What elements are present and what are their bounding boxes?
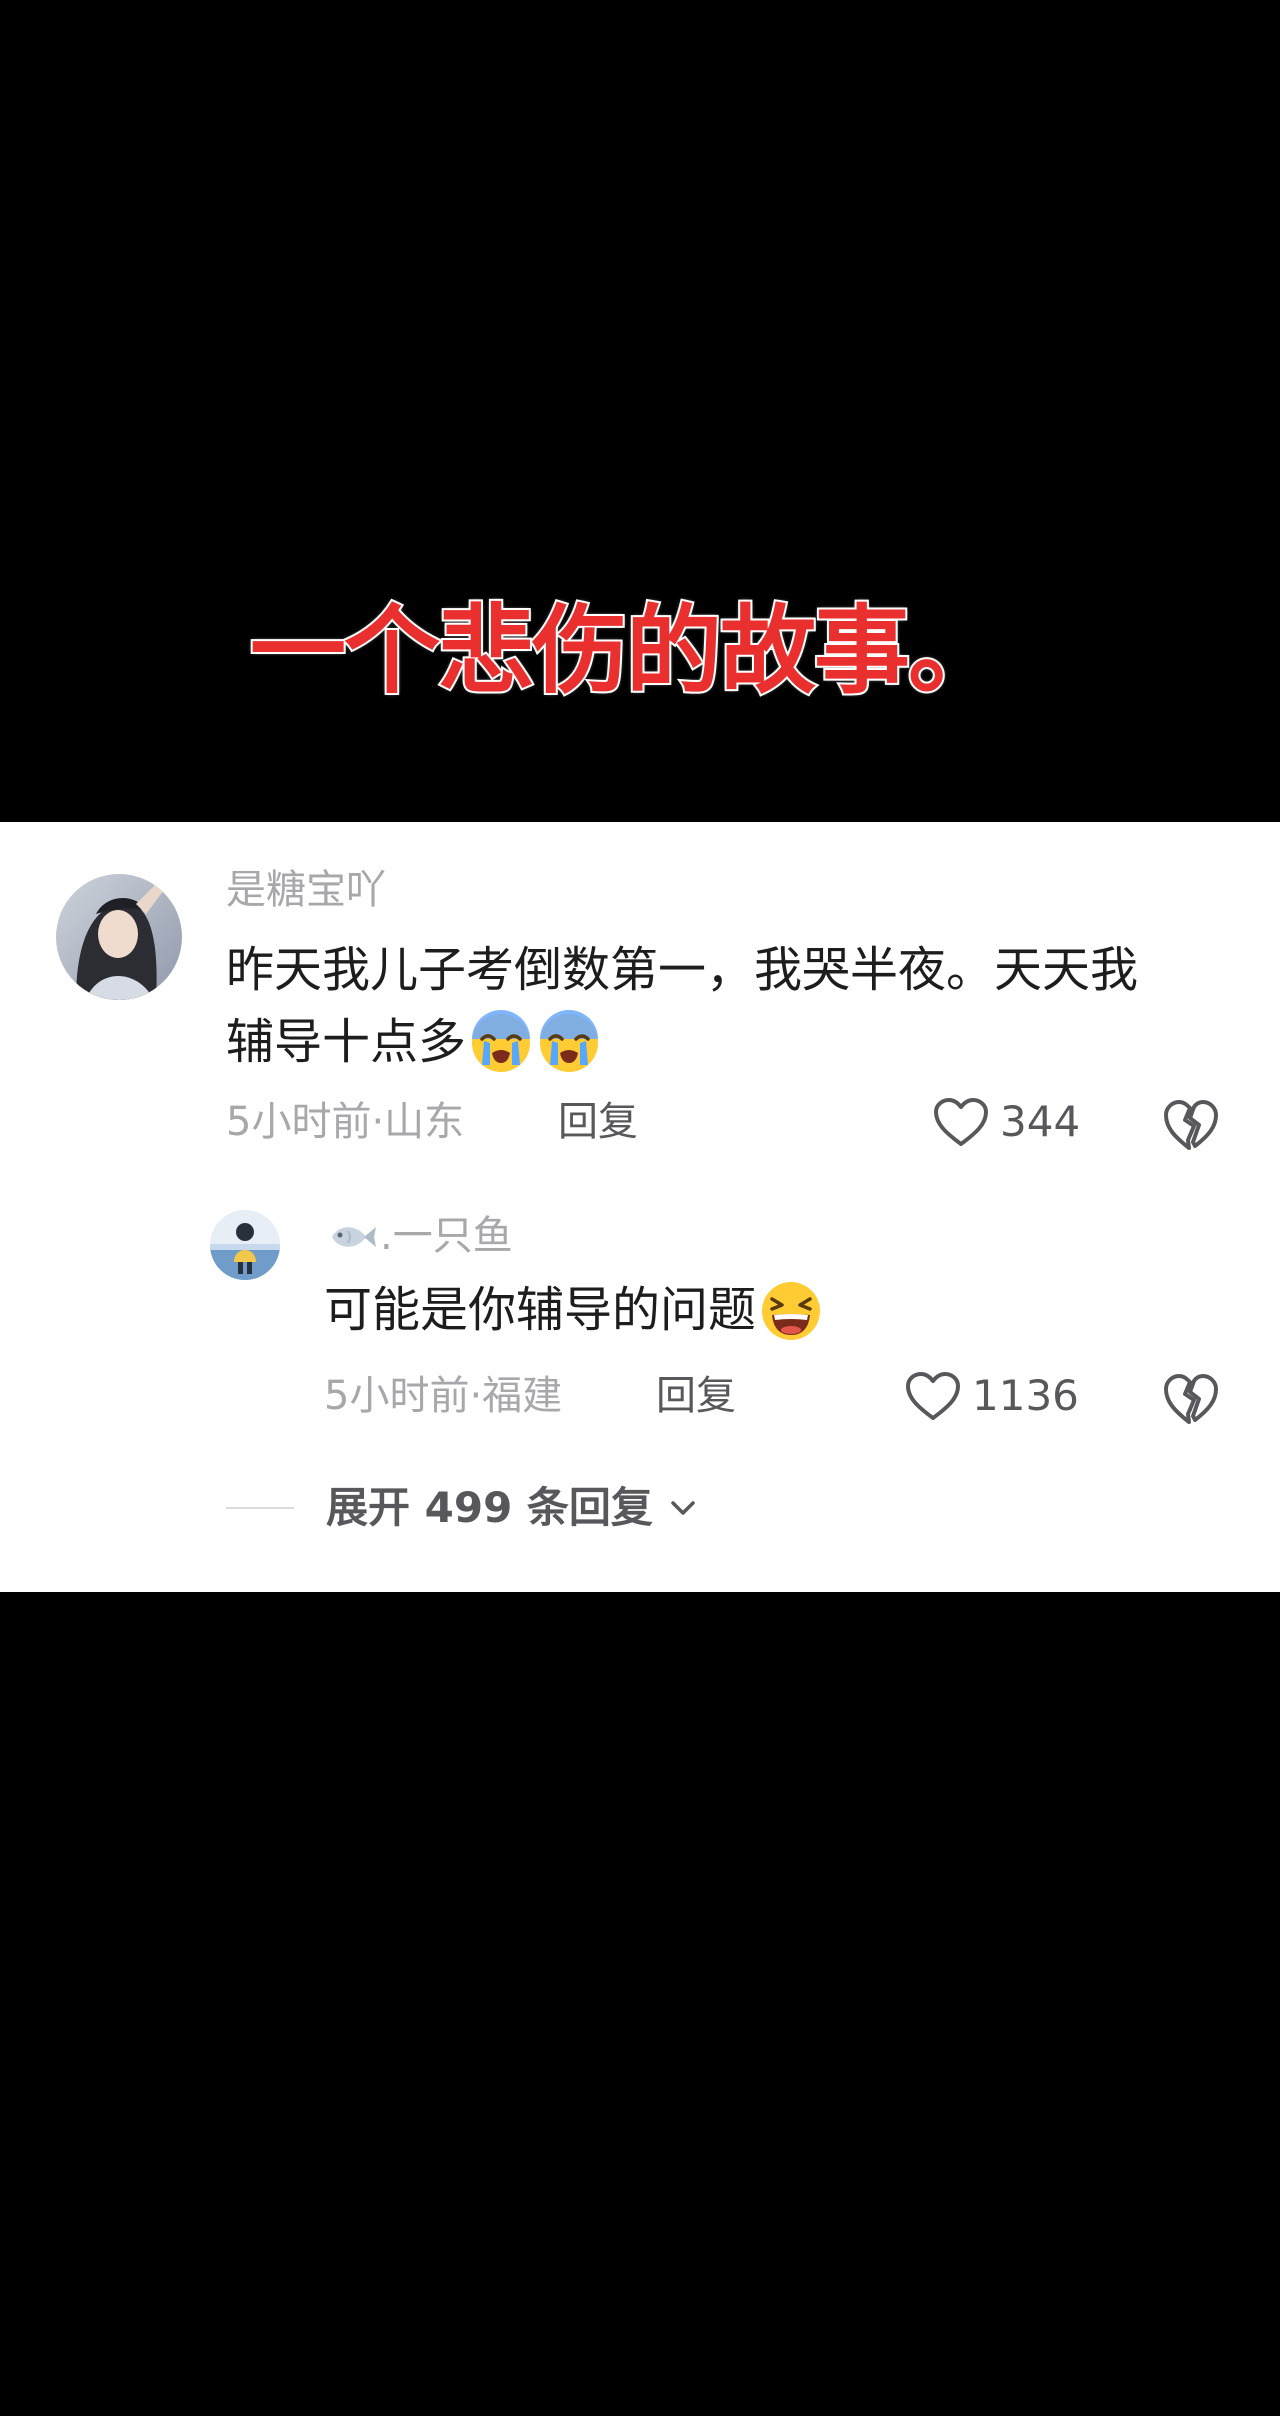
laughing-squint-emoji — [758, 1277, 824, 1343]
beach-figure-avatar — [210, 1210, 280, 1280]
dislike-button[interactable] — [1162, 1098, 1220, 1152]
comment-text-line-1: 昨天我儿子考倒数第一，我哭半夜。天天我 — [226, 942, 1139, 998]
avatar[interactable] — [56, 874, 182, 1000]
video-frame: 一个悲伤的故事。 是糖宝吖 昨天我儿子考倒数第一，我哭半夜。天天我 辅导十点多 … — [0, 0, 1280, 2416]
divider-line — [226, 1507, 294, 1509]
like-button[interactable]: 344 — [932, 1096, 1080, 1148]
heart-outline-icon — [934, 1098, 988, 1146]
comment-text-line-2: 辅导十点多 — [226, 1006, 602, 1078]
reply-button[interactable]: 回复 — [656, 1372, 736, 1420]
username: .一只鱼 — [380, 1213, 513, 1259]
broken-heart-icon — [1164, 1374, 1218, 1424]
broken-heart-icon — [1164, 1100, 1218, 1150]
reply-button[interactable]: 回复 — [558, 1098, 638, 1146]
comment-text: 可能是你辅导的问题 — [324, 1282, 757, 1338]
comment-card: 是糖宝吖 昨天我儿子考倒数第一，我哭半夜。天天我 辅导十点多 5小时前·山东 回… — [0, 822, 1280, 1592]
avatar[interactable] — [210, 1210, 280, 1280]
heart-outline-icon — [906, 1372, 960, 1420]
expand-replies-row[interactable]: 展开 499 条回复 — [226, 1480, 701, 1536]
like-button[interactable]: 1136 — [904, 1370, 1079, 1422]
expand-replies-button[interactable]: 展开 499 条回复 — [326, 1480, 653, 1536]
username[interactable]: 是糖宝吖 — [226, 866, 386, 914]
comment-meta: 5小时前·山东 — [226, 1099, 465, 1145]
chevron-down-icon[interactable] — [665, 1490, 701, 1526]
comment-text: 辅导十点多 — [226, 1014, 467, 1070]
reply-text: 可能是你辅导的问题 — [324, 1274, 824, 1346]
dislike-button[interactable] — [1162, 1372, 1220, 1426]
banner-title: 一个悲伤的故事。 — [248, 593, 1006, 709]
reply-meta: 5小时前·福建 — [324, 1373, 563, 1419]
crying-face-emoji — [468, 1009, 534, 1075]
like-count: 344 — [1000, 1097, 1081, 1146]
fish-icon — [326, 1218, 376, 1254]
crying-face-emoji — [536, 1009, 602, 1075]
like-count: 1136 — [972, 1371, 1079, 1420]
girl-portrait-avatar — [56, 874, 182, 1000]
reply-username[interactable]: .一只鱼 — [326, 1212, 513, 1260]
